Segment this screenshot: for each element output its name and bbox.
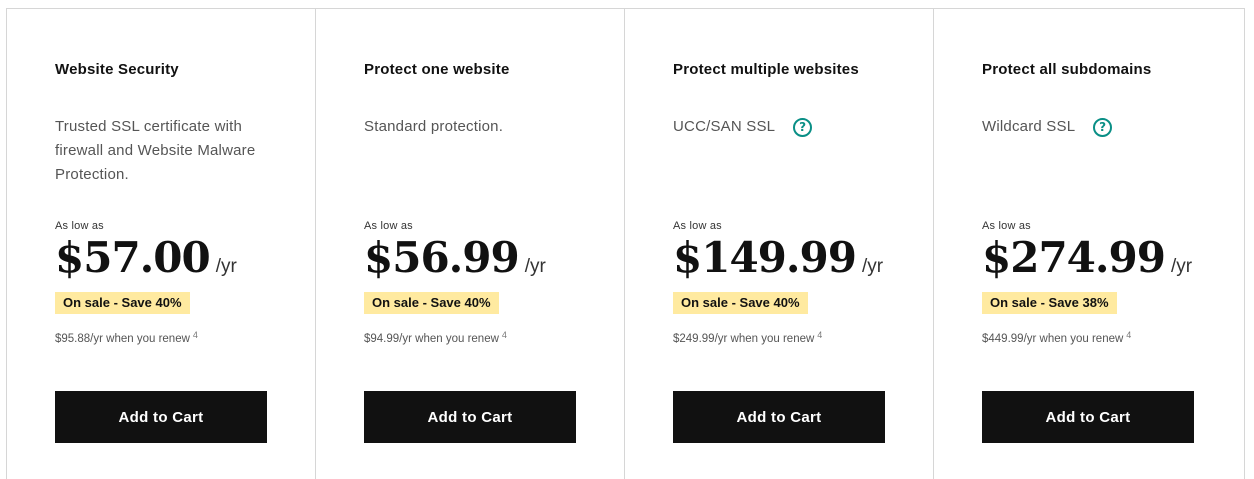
renewal-price: $94.99/yr when you renew 4 <box>364 330 507 345</box>
plan-card-protect-one-website: Protect one website Standard protection.… <box>316 9 625 479</box>
plan-description: Trusted SSL certificate with firewall an… <box>55 115 271 187</box>
sale-badge: On sale - Save 38% <box>982 292 1117 314</box>
plan-card-protect-multiple-websites: Protect multiple websites UCC/SAN SSL ? … <box>625 9 934 479</box>
price-line: $149.99 /yr <box>673 233 883 282</box>
as-low-as-label: As low as <box>364 220 413 232</box>
price-period: /yr <box>861 256 884 277</box>
price: $274.99 <box>982 233 1166 282</box>
add-to-cart-button[interactable]: Add to Cart <box>55 391 267 443</box>
add-to-cart-button[interactable]: Add to Cart <box>673 391 885 443</box>
plan-description: Wildcard SSL ? <box>982 115 1198 139</box>
plan-title: Protect multiple websites <box>673 61 859 78</box>
renewal-price: $95.88/yr when you renew 4 <box>55 330 198 345</box>
plan-card-website-security: Website Security Trusted SSL certificate… <box>7 9 316 479</box>
price: $57.00 <box>55 233 211 282</box>
plan-description-text: Trusted SSL certificate with firewall an… <box>55 118 256 183</box>
question-circle-icon[interactable]: ? <box>1093 118 1113 137</box>
price-period: /yr <box>215 256 237 277</box>
plan-title: Protect all subdomains <box>982 61 1152 78</box>
plan-description: Standard protection. <box>364 115 580 139</box>
renewal-price: $449.99/yr when you renew 4 <box>982 330 1131 345</box>
sale-badge: On sale - Save 40% <box>55 292 190 314</box>
as-low-as-label: As low as <box>55 220 104 232</box>
price-period: /yr <box>1170 256 1193 277</box>
price: $149.99 <box>673 233 857 282</box>
plan-title: Website Security <box>55 61 179 78</box>
plan-title: Protect one website <box>364 61 510 78</box>
renewal-text: $94.99/yr when you renew <box>364 333 499 345</box>
as-low-as-label: As low as <box>673 220 722 232</box>
sale-badge: On sale - Save 40% <box>673 292 808 314</box>
pricing-cards: Website Security Trusted SSL certificate… <box>6 8 1245 479</box>
price-period: /yr <box>524 256 546 277</box>
add-to-cart-button[interactable]: Add to Cart <box>982 391 1194 443</box>
plan-description-text: Standard protection. <box>364 118 504 135</box>
renewal-price: $249.99/yr when you renew 4 <box>673 330 822 345</box>
sale-badge: On sale - Save 40% <box>364 292 499 314</box>
price-line: $56.99 /yr <box>364 233 546 282</box>
as-low-as-label: As low as <box>982 220 1031 232</box>
question-circle-icon[interactable]: ? <box>793 118 813 137</box>
plan-description-text: Wildcard SSL <box>982 118 1076 135</box>
footnote-marker[interactable]: 4 <box>817 330 822 340</box>
plan-description: UCC/SAN SSL ? <box>673 115 889 139</box>
price: $56.99 <box>364 233 520 282</box>
price-line: $57.00 /yr <box>55 233 237 282</box>
plan-description-text: UCC/SAN SSL <box>673 118 776 135</box>
footnote-marker[interactable]: 4 <box>1126 330 1131 340</box>
footnote-marker[interactable]: 4 <box>193 330 198 340</box>
renewal-text: $95.88/yr when you renew <box>55 333 190 345</box>
add-to-cart-button[interactable]: Add to Cart <box>364 391 576 443</box>
renewal-text: $449.99/yr when you renew <box>982 333 1124 345</box>
footnote-marker[interactable]: 4 <box>502 330 507 340</box>
price-line: $274.99 /yr <box>982 233 1192 282</box>
plan-card-protect-all-subdomains: Protect all subdomains Wildcard SSL ? As… <box>934 9 1245 479</box>
renewal-text: $249.99/yr when you renew <box>673 333 815 345</box>
